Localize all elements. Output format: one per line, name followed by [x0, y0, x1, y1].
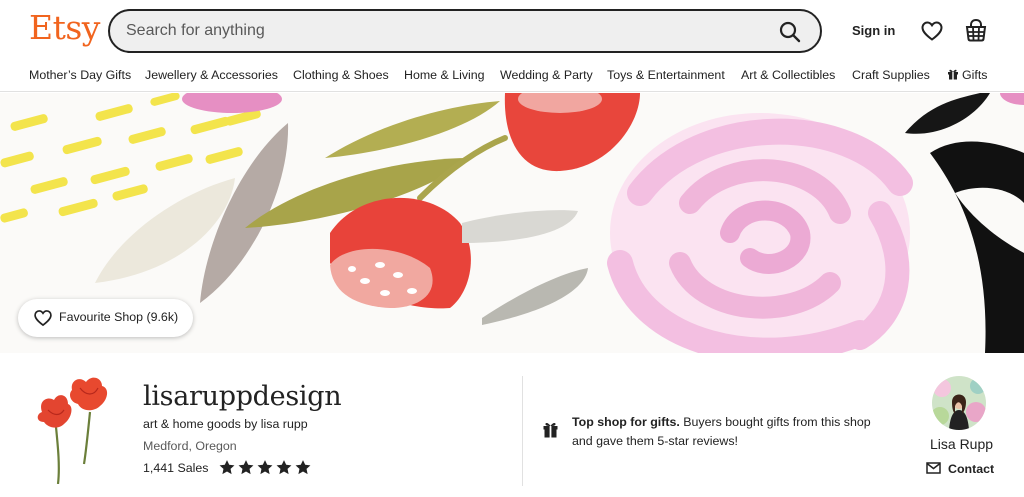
nav-item-jewellery-accessories[interactable]: Jewellery & Accessories [145, 68, 278, 82]
favourite-shop-button[interactable]: Favourite Shop (9.6k) [18, 299, 193, 337]
nav-item-craft-supplies[interactable]: Craft Supplies [852, 68, 930, 82]
gift-icon [948, 69, 958, 80]
nav-item-home-living[interactable]: Home & Living [404, 68, 485, 82]
star-icon [257, 460, 273, 475]
avatar[interactable] [932, 376, 986, 430]
shop-name: lisaruppdesign [143, 381, 342, 412]
heart-icon [34, 310, 52, 327]
search-icon[interactable] [778, 20, 802, 44]
nav-item-toys-entertainment[interactable]: Toys & Entertainment [607, 68, 725, 82]
etsy-logo[interactable]: Etsy [29, 8, 100, 47]
gift-icon [543, 422, 558, 438]
search-input[interactable] [126, 20, 746, 42]
favourite-shop-label: Favourite Shop (9.6k) [59, 310, 179, 324]
contact-button[interactable]: Contact [926, 460, 994, 478]
top-shop-badge: Top shop for gifts. Buyers bought gifts … [572, 413, 892, 451]
nav-item-wedding-party[interactable]: Wedding & Party [500, 68, 593, 82]
shop-tagline: art & home goods by lisa rupp [143, 417, 308, 431]
shop-rating-stars[interactable] [218, 459, 313, 477]
top-shop-title: Top shop for gifts. [572, 415, 680, 429]
category-nav: Mother’s Day Gifts Jewellery & Accessori… [0, 62, 1024, 92]
star-icon [238, 460, 254, 475]
search-bar [108, 9, 822, 53]
shop-owner-name[interactable]: Lisa Rupp [930, 436, 993, 452]
star-icon [219, 460, 235, 475]
shop-logo-poppies[interactable] [28, 372, 118, 484]
sign-in-link[interactable]: Sign in [852, 23, 895, 38]
nav-item-art-collectibles[interactable]: Art & Collectibles [741, 68, 835, 82]
contact-label: Contact [948, 462, 995, 476]
shop-location: Medford, Oregon [143, 439, 237, 453]
nav-item-gifts[interactable]: Gifts [947, 68, 987, 82]
nav-item-clothing-shoes[interactable]: Clothing & Shoes [293, 68, 389, 82]
shop-sales-count: 1,441 Sales [143, 461, 209, 475]
heart-icon[interactable] [920, 19, 944, 43]
site-header: Etsy Sign in [0, 0, 1024, 62]
divider [522, 376, 523, 486]
shopping-basket-icon[interactable] [965, 18, 987, 42]
star-icon [276, 460, 292, 475]
star-icon [295, 460, 311, 475]
mail-icon [926, 462, 941, 474]
nav-item-gifts-label: Gifts [962, 68, 988, 82]
nav-item-mothers-day-gifts[interactable]: Mother’s Day Gifts [29, 68, 131, 82]
